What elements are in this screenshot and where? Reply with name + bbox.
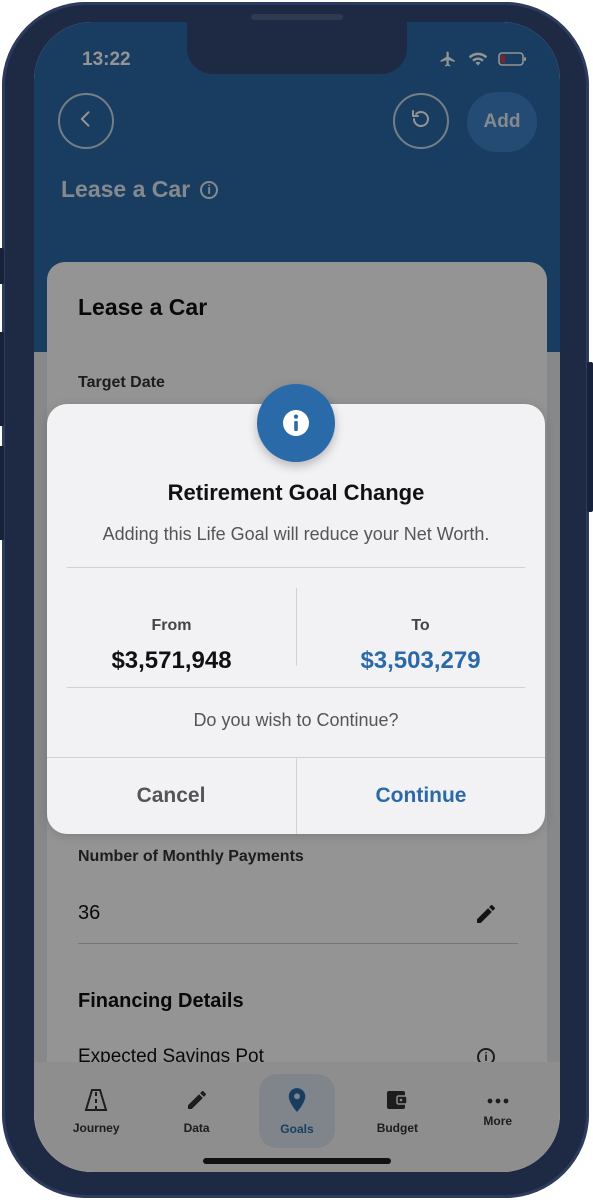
to-label: To [411,617,430,634]
mute-switch [0,248,4,284]
volume-up-button [0,332,4,426]
dialog-message: Adding this Life Goal will reduce your N… [102,524,490,544]
from-label: From [151,617,192,634]
dialog-question: Do you wish to Continue? [193,710,399,730]
dialog-title: Retirement Goal Change [167,480,425,505]
home-indicator [203,1158,391,1164]
cancel-button[interactable]: Cancel [47,758,295,834]
divider [67,567,525,568]
screen: 13:22 Add Lease a Car i Lease a Car Targ… [34,22,560,1172]
to-value: $3,503,279 [360,647,481,674]
divider [67,687,525,688]
from-value: $3,571,948 [111,647,232,674]
continue-button[interactable]: Continue [297,758,545,834]
phone-frame: 13:22 Add Lease a Car i Lease a Car Targ… [0,2,593,1198]
info-icon [257,384,335,462]
retirement-goal-dialog: Retirement Goal Change Adding this Life … [47,384,545,834]
power-button [587,362,593,512]
notch [187,14,407,74]
volume-down-button [0,446,4,540]
